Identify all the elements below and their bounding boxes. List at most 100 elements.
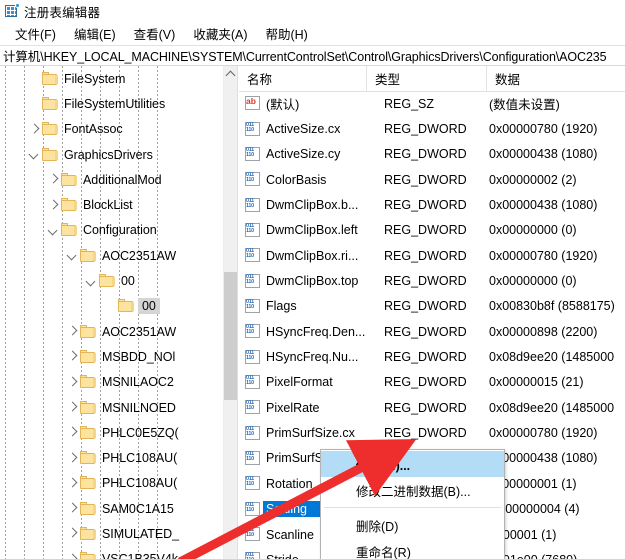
tree-node-spacer: [26, 91, 42, 116]
tree-node[interactable]: MSNILNOED: [0, 395, 224, 420]
value-type: REG_DWORD: [384, 198, 489, 212]
value-row[interactable]: 011110HSyncFreq.Den...REG_DWORD0x0000089…: [239, 319, 625, 344]
chevron-right-icon[interactable]: [64, 496, 80, 521]
value-row[interactable]: 011110ColorBasisREG_DWORD0x00000002 (2): [239, 167, 625, 192]
value-data: 0x00000001 (1): [489, 477, 625, 491]
value-row[interactable]: 011110PrimSurfSize.cxREG_DWORD0x00000780…: [239, 420, 625, 445]
tree-node-label: FileSystemUtilities: [64, 97, 165, 111]
tree-node[interactable]: PHLC0E5ZQ(: [0, 420, 224, 445]
value-type: REG_DWORD: [384, 426, 489, 440]
chevron-right-icon[interactable]: [26, 117, 42, 142]
chevron-down-icon[interactable]: [83, 268, 99, 293]
chevron-right-icon[interactable]: [64, 370, 80, 395]
tree-node[interactable]: MSNILAOC2: [0, 370, 224, 395]
tree-node-label: Configuration: [83, 223, 157, 237]
value-data: 0x00000898 (2200): [489, 325, 625, 339]
value-name: Flags: [266, 299, 384, 313]
registry-tree-pane[interactable]: FileSystem FileSystemUtilities FontAssocGr…: [0, 66, 238, 559]
menu-view[interactable]: 查看(V): [125, 22, 185, 45]
value-data: 0001e00 (7680): [489, 553, 625, 559]
tree-node[interactable]: MSBDD_NOl: [0, 344, 224, 369]
menu-edit[interactable]: 编辑(E): [65, 22, 125, 45]
dword-value-icon: 011110: [245, 198, 261, 213]
chevron-right-icon[interactable]: [45, 192, 61, 217]
tree-node-label: 00: [121, 274, 135, 288]
tree-node[interactable]: 00: [0, 294, 224, 319]
folder-icon: [80, 350, 97, 364]
chevron-down-icon[interactable]: [64, 243, 80, 268]
value-data: 0x00000000 (0): [489, 274, 625, 288]
value-data: (数值未设置): [489, 94, 625, 113]
tree-node[interactable]: 00: [0, 268, 224, 293]
scrollbar-thumb[interactable]: [224, 272, 237, 400]
value-row[interactable]: 011110ActiveSize.cxREG_DWORD0x00000780 (…: [239, 116, 625, 141]
window-title: 注册表编辑器: [24, 2, 100, 21]
column-header-name[interactable]: 名称: [239, 66, 367, 91]
column-header-data[interactable]: 数据: [487, 66, 625, 91]
chevron-right-icon[interactable]: [64, 445, 80, 470]
tree-node[interactable]: SIMULATED_: [0, 521, 224, 546]
value-name: DwmClipBox.top: [266, 274, 384, 288]
value-row[interactable]: 011110HSyncFreq.Nu...REG_DWORD0x08d9ee20…: [239, 344, 625, 369]
dword-value-icon: 011110: [245, 274, 261, 289]
value-type: REG_DWORD: [384, 173, 489, 187]
tree-node[interactable]: BlockList: [0, 192, 224, 217]
context-menu-item[interactable]: 修改二进制数据(B)...: [321, 477, 504, 503]
context-menu[interactable]: 修改(M)...修改二进制数据(B)... 删除(D)重命名(R): [320, 449, 505, 559]
context-menu-item[interactable]: 重命名(R): [321, 538, 504, 559]
chevron-right-icon[interactable]: [64, 547, 80, 559]
value-row[interactable]: 011110DwmClipBox.leftREG_DWORD0x00000000…: [239, 218, 625, 243]
chevron-right-icon[interactable]: [64, 395, 80, 420]
context-menu-separator: [324, 507, 501, 508]
tree-node-label: MSNILAOC2: [102, 375, 174, 389]
value-row[interactable]: 011110ActiveSize.cyREG_DWORD0x00000438 (…: [239, 142, 625, 167]
value-row[interactable]: ab(默认)REG_SZ(数值未设置): [239, 91, 625, 116]
menu-help[interactable]: 帮助(H): [256, 22, 316, 45]
tree-node[interactable]: FontAssoc: [0, 117, 224, 142]
chevron-down-icon[interactable]: [26, 142, 42, 167]
value-row[interactable]: 011110DwmClipBox.ri...REG_DWORD0x0000078…: [239, 243, 625, 268]
dword-value-icon: 011110: [245, 476, 261, 491]
address-bar[interactable]: 计算机\HKEY_LOCAL_MACHINE\SYSTEM\CurrentCon…: [0, 45, 625, 66]
chevron-down-icon[interactable]: [45, 218, 61, 243]
tree-node[interactable]: GraphicsDrivers: [0, 142, 224, 167]
chevron-right-icon[interactable]: [45, 167, 61, 192]
tree-node[interactable]: SAM0C1A15: [0, 496, 224, 521]
tree-node-label: FileSystem: [64, 72, 125, 86]
chevron-up-icon[interactable]: [224, 66, 237, 82]
value-row[interactable]: 011110DwmClipBox.topREG_DWORD0x00000000 …: [239, 268, 625, 293]
chevron-right-icon[interactable]: [64, 521, 80, 546]
tree-node[interactable]: Configuration: [0, 218, 224, 243]
value-name: PrimSurfSize.cx: [266, 426, 384, 440]
registry-tree[interactable]: FileSystem FileSystemUtilities FontAssocGr…: [0, 66, 224, 559]
tree-vertical-scrollbar[interactable]: [223, 66, 237, 559]
chevron-right-icon[interactable]: [64, 471, 80, 496]
tree-node[interactable]: VSC1B35V4k: [0, 547, 224, 559]
menu-favorites[interactable]: 收藏夹(A): [184, 22, 256, 45]
tree-node[interactable]: PHLC108AU(: [0, 445, 224, 470]
tree-node[interactable]: AOC2351AW: [0, 319, 224, 344]
tree-node[interactable]: AOC2351AW: [0, 243, 224, 268]
tree-node[interactable]: AdditionalMod: [0, 167, 224, 192]
tree-node[interactable]: PHLC108AU(: [0, 471, 224, 496]
value-row[interactable]: 011110DwmClipBox.b...REG_DWORD0x00000438…: [239, 192, 625, 217]
chevron-right-icon[interactable]: [64, 319, 80, 344]
tree-node[interactable]: FileSystemUtilities: [0, 91, 224, 116]
tree-node[interactable]: FileSystem: [0, 66, 224, 91]
tree-node-label: PHLC0E5ZQ(: [102, 426, 179, 440]
menu-file[interactable]: 文件(F): [6, 22, 65, 45]
folder-icon: [80, 401, 97, 415]
value-data: 0x00000015 (21): [489, 375, 625, 389]
context-menu-item[interactable]: 删除(D): [321, 512, 504, 538]
context-menu-item[interactable]: 修改(M)...: [321, 451, 504, 477]
dword-value-icon: 011110: [245, 172, 261, 187]
chevron-right-icon[interactable]: [64, 344, 80, 369]
value-name: DwmClipBox.b...: [266, 198, 384, 212]
chevron-right-icon[interactable]: [64, 420, 80, 445]
value-row[interactable]: 011110PixelRateREG_DWORD0x08d9ee20 (1485…: [239, 395, 625, 420]
value-row[interactable]: 011110FlagsREG_DWORD0x00830b8f (8588175): [239, 294, 625, 319]
value-name: DwmClipBox.left: [266, 223, 384, 237]
column-header-type[interactable]: 类型: [367, 66, 487, 91]
value-row[interactable]: 011110PixelFormatREG_DWORD0x00000015 (21…: [239, 370, 625, 395]
value-name: ActiveSize.cy: [266, 147, 384, 161]
